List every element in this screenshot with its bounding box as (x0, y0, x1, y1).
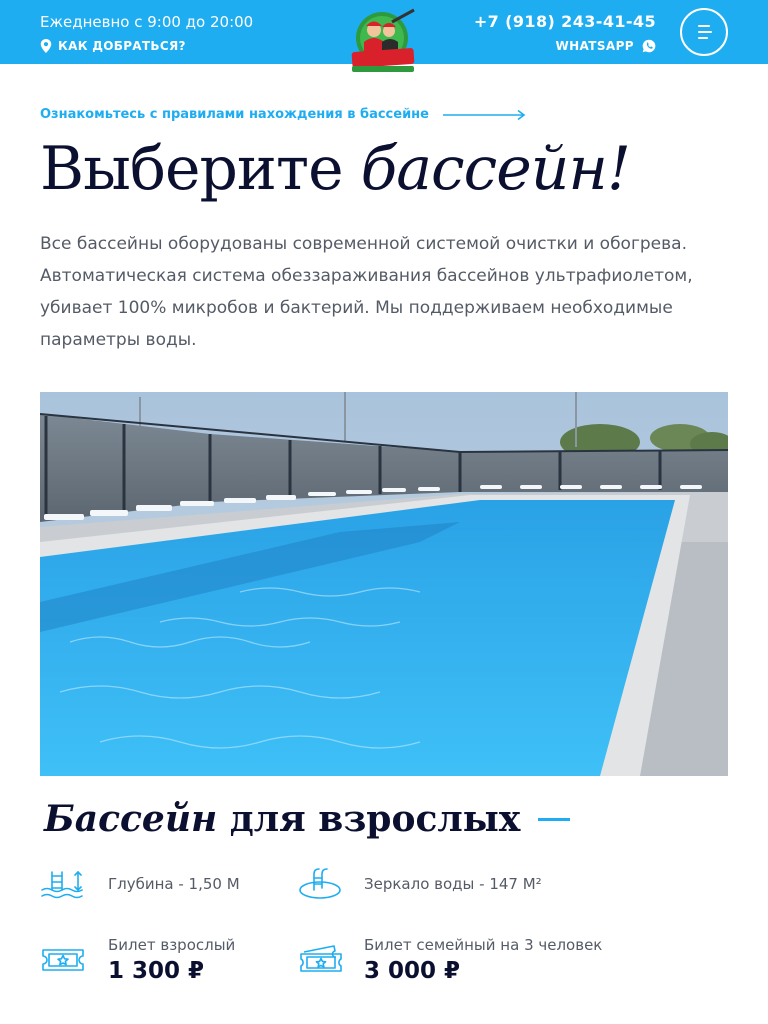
pool-ladder-icon (299, 868, 341, 899)
ticket-family-label: Билет семейный на 3 человек (364, 936, 603, 954)
title-dash-decoration (538, 817, 571, 821)
pool-section-title: Бассейн для взрослых (44, 798, 571, 840)
arrow-right-icon (442, 109, 526, 120)
tickets-icon (300, 945, 342, 972)
ticket-icon (42, 949, 84, 971)
whatsapp-label: WHATSAPP (555, 39, 634, 53)
ticket-family: Билет семейный на 3 человек 3 000 ₽ (298, 936, 602, 984)
feature-depth: Глубина - 1,50 М (40, 866, 240, 902)
ticket-adult: Билет взрослый 1 300 ₽ (40, 936, 235, 984)
whatsapp-icon (642, 39, 656, 53)
ticket-family-price: 3 000 ₽ (364, 958, 461, 984)
whatsapp-link[interactable]: WHATSAPP (555, 39, 656, 53)
location-pin-icon (40, 39, 52, 53)
pool-rules-link[interactable]: Ознакомьтесь с правилами нахождения в ба… (40, 107, 527, 122)
route-link-label: КАК ДОБРАТЬСЯ? (58, 39, 186, 53)
page-description: Все бассейны оборудованы современной сис… (40, 234, 693, 350)
site-header: Ежедневно с 9:00 до 20:00 КАК ДОБРАТЬСЯ?… (0, 0, 768, 72)
ticket-adult-price: 1 300 ₽ (108, 958, 205, 984)
pool-rules-label: Ознакомьтесь с правилами нахождения в ба… (40, 107, 429, 122)
hamburger-icon (698, 25, 710, 27)
phone-number[interactable]: +7 (918) 243-41-45 (474, 12, 656, 31)
menu-button[interactable] (680, 8, 728, 56)
depth-label: Глубина - 1,50 М (108, 875, 240, 893)
pool-depth-icon (41, 870, 83, 899)
water-surface-label: Зеркало воды - 147 М² (364, 875, 542, 893)
dubrava-logo[interactable] (344, 4, 422, 82)
feature-water-surface: Зеркало воды - 147 М² (298, 866, 542, 902)
route-link[interactable]: КАК ДОБРАТЬСЯ? (40, 39, 186, 53)
page-title: Выберите бассейн! (40, 134, 631, 204)
working-hours: Ежедневно с 9:00 до 20:00 (40, 13, 254, 31)
ticket-adult-label: Билет взрослый (108, 936, 236, 954)
pool-photo (40, 392, 728, 776)
